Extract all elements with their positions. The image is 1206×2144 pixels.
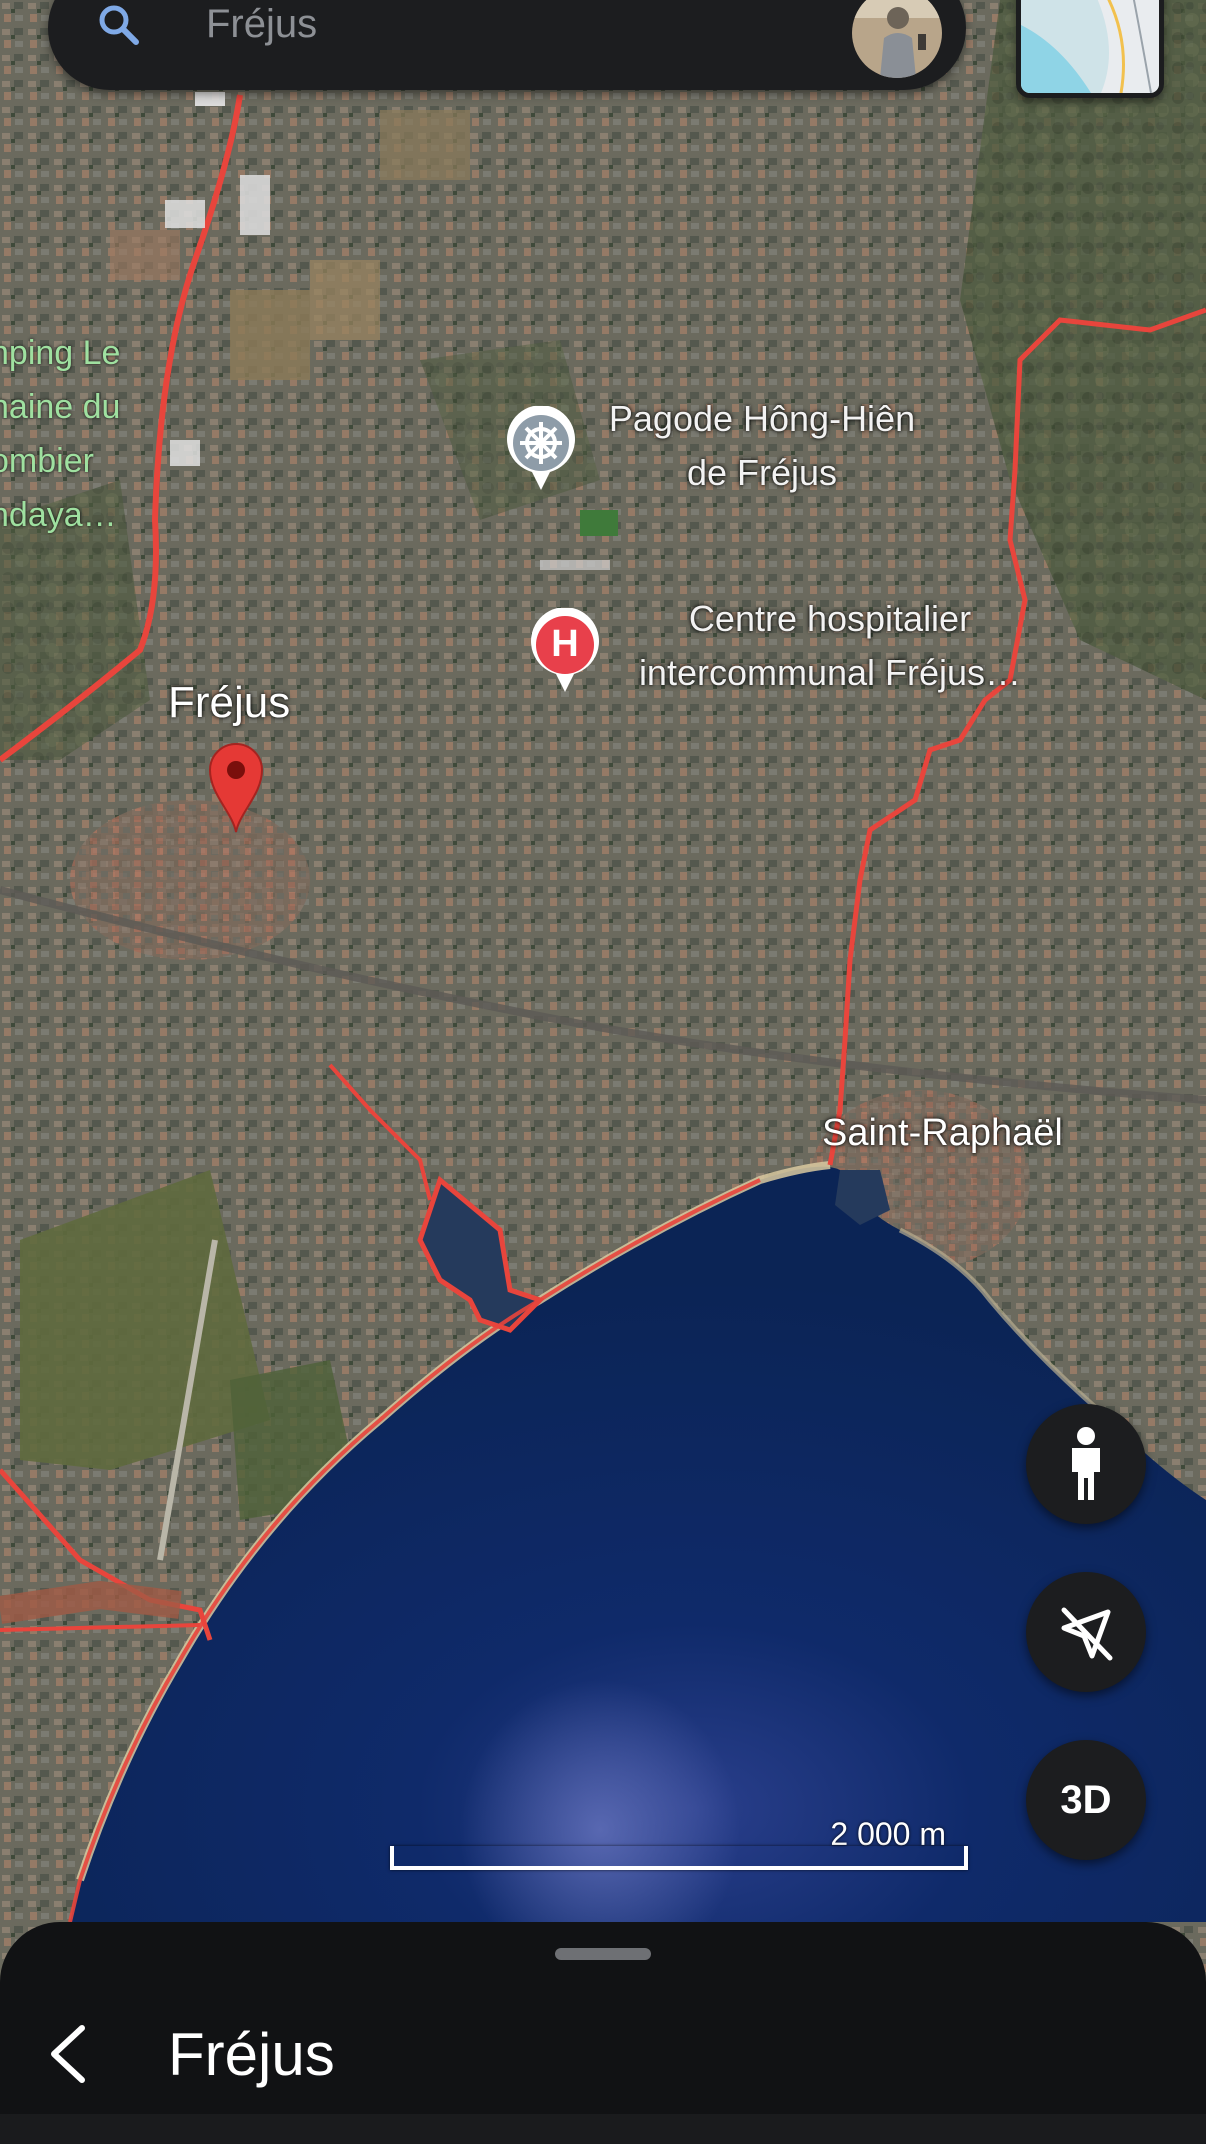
map-label-hospital[interactable]: Centre hospitalier intercommunal Fréjus… [612,592,1048,700]
search-bar[interactable] [48,0,966,90]
pagoda-marker[interactable] [504,405,578,492]
place-title: Fréjus [168,2021,335,2088]
back-button[interactable] [28,2014,108,2094]
bottom-sheet[interactable]: Fréjus [0,1922,1206,2144]
map-label-saint-raphael[interactable]: Saint-Raphaël [822,1108,1063,1158]
hospital-letter: H [551,623,579,665]
drag-handle[interactable] [555,1948,651,1960]
chevron-left-icon [51,2025,85,2083]
map-label-pagoda[interactable]: Pagode Hông-Hiên de Fréjus [586,392,938,500]
map-layer-button[interactable] [1016,0,1164,98]
map-label-frejus[interactable]: Fréjus [168,676,290,730]
map-pin-icon [208,743,264,833]
hospital-marker[interactable]: H [528,607,602,694]
compass-off-button[interactable] [1026,1572,1146,1692]
location-pin[interactable] [208,742,264,834]
3d-button[interactable]: 3D [1026,1740,1146,1860]
3d-label: 3D [1060,1777,1112,1822]
map-label-camping[interactable]: nping Le naine du ombier ndaya… [0,326,150,542]
map-thumbnail-icon [1021,0,1159,93]
dharma-wheel-icon [507,405,575,490]
search-icon[interactable] [94,0,142,48]
avatar[interactable] [852,0,942,78]
app-screen: nping Le naine du ombier ndaya… Pagode H… [0,0,1206,2144]
compass-off-icon [1061,1607,1113,1661]
person-icon [1072,1427,1100,1500]
profile-photo-icon [852,0,942,78]
search-input[interactable] [206,0,826,52]
scale-bar: 2 000 m [390,1816,968,1870]
bottom-edge [0,2114,1206,2144]
scale-line [390,1846,968,1870]
street-view-button[interactable] [1026,1404,1146,1524]
